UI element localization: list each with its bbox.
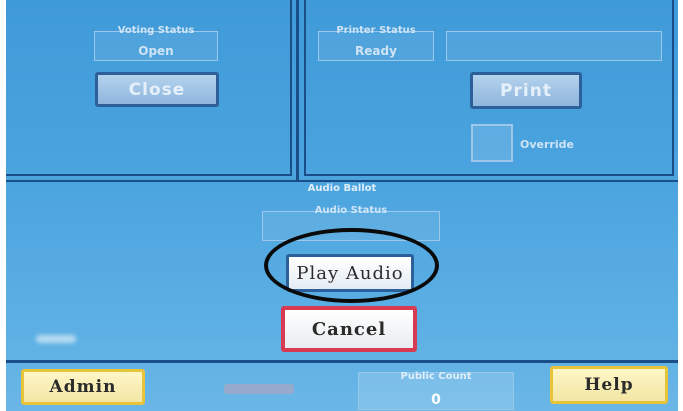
cancel-button[interactable]: Cancel: [281, 306, 417, 352]
footer-divider: [6, 360, 678, 363]
public-count-label: Public Count: [400, 371, 472, 382]
voting-status-value: Open: [138, 44, 174, 58]
audio-status-label: Audio Status: [314, 205, 388, 216]
printer-status-label: Printer Status: [336, 25, 416, 36]
status-indicator: [224, 384, 294, 394]
screen-glare: [36, 335, 76, 343]
vertical-divider: [296, 0, 299, 180]
kiosk-screen: Voting Status Open Close Printer Status …: [6, 0, 678, 411]
admin-button[interactable]: Admin: [21, 369, 145, 405]
override-label: Override: [520, 138, 574, 151]
help-button[interactable]: Help: [550, 366, 668, 404]
override-checkbox[interactable]: [471, 124, 513, 162]
voting-status-box: Voting Status Open: [94, 25, 218, 61]
public-count-box: Public Count 0: [358, 371, 514, 410]
highlight-circle: [264, 228, 439, 303]
close-button[interactable]: Close: [95, 72, 219, 107]
voting-status-label: Voting Status: [117, 25, 195, 36]
horizontal-divider: [6, 180, 678, 182]
audio-ballot-title: Audio Ballot: [307, 183, 377, 194]
printer-status-value: Ready: [355, 44, 397, 58]
ballot-status-box: [446, 31, 662, 61]
public-count-value: 0: [431, 392, 441, 408]
printer-status-box: Printer Status Ready: [318, 25, 434, 61]
print-button[interactable]: Print: [470, 72, 582, 109]
